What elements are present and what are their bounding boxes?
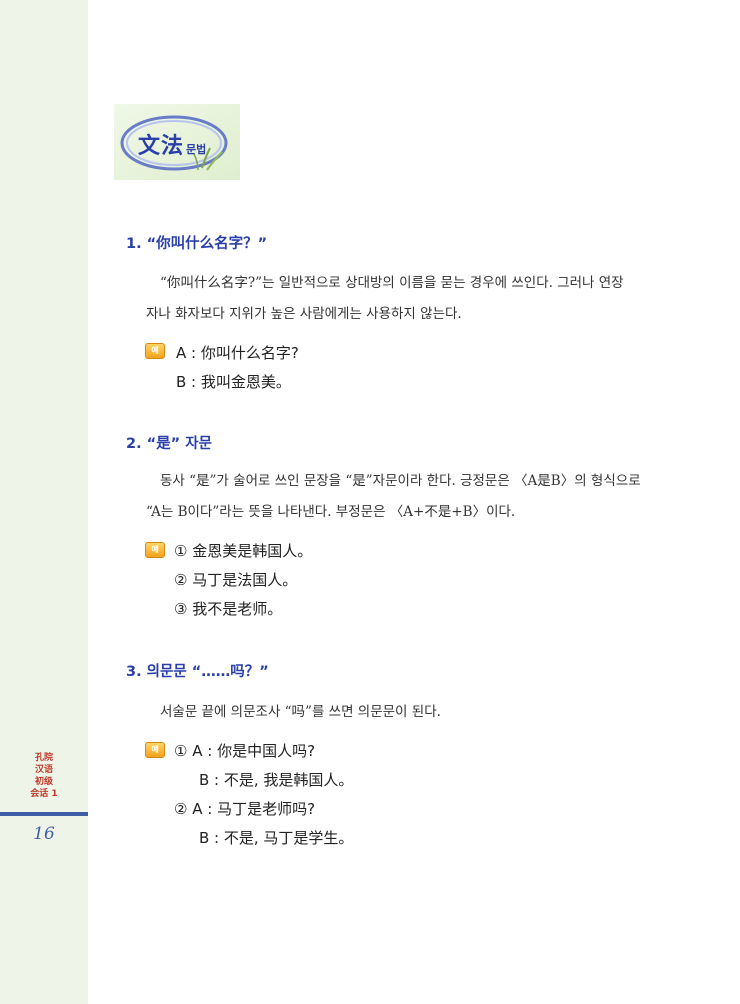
paragraph-line: 서술문 끝에 의문조사 “吗”를 쓰면 의문문이 된다. [160,704,441,720]
paragraph-line: “A는 B이다”라는 뜻을 나타낸다. 부정문은 〈A+不是+B〉이다. [146,504,516,520]
paragraph-line: “你叫什么名字?”는 일반적으로 상대방의 이름을 묻는 경우에 쓰인다. 그러… [160,275,624,291]
grammar-title-ko: 문법 [186,143,207,156]
example-icon: 예 [145,542,165,558]
series-line: 初级 [34,777,53,787]
series-label: 孔院 汉语 初级 会话 1 [0,752,88,800]
series-line: 汉语 [34,765,53,775]
example-line: ② 马丁是法国人。 [174,571,298,589]
section-3-heading: 3. 의문문 “……吗？” [126,664,269,680]
paragraph-line: 동사 “是”가 술어로 쓰인 문장을 “是”자문이라 한다. 긍정문은 〈A是B… [160,473,641,489]
sidebar-strip [0,0,88,1004]
page-number: 16 [33,824,55,844]
example-line: B : 我叫金恩美。 [176,373,291,391]
example-line: ① 金恩美是韩国人。 [174,542,313,560]
example-line: A : 你叫什么名字? [176,344,299,362]
sidebar-rule [0,812,88,816]
series-line: 孔院 [34,753,53,763]
section-3-paragraph: 서술문 끝에 의문조사 “吗”를 쓰면 의문문이 된다. [146,697,666,728]
example-line: B : 不是, 我是韩国人。 [199,771,354,789]
example-line: ① A : 你是中国人吗? [174,742,316,760]
example-line: B : 不是, 马丁是学生。 [199,829,354,847]
example-line: ③ 我不是老师。 [174,600,283,618]
grammar-title: 文法 문법 [138,128,206,160]
grammar-title-zh: 文法 [138,134,185,159]
example-icon: 예 [145,343,165,359]
section-2-paragraph: 동사 “是”가 술어로 쓰인 문장을 “是”자문이라 한다. 긍정문은 〈A是B… [146,466,666,528]
paragraph-line: 자나 화자보다 지위가 높은 사람에게는 사용하지 않는다. [146,306,462,322]
section-1-paragraph: “你叫什么名字?”는 일반적으로 상대방의 이름을 묻는 경우에 쓰인다. 그러… [146,268,666,330]
series-line: 会话 1 [30,789,58,799]
example-line: ② A : 马丁是老师吗? [174,800,316,818]
section-2-heading: 2. “是” 자문 [126,436,212,452]
section-1-heading: 1. “你叫什么名字？” [126,236,268,252]
example-icon: 예 [145,742,165,758]
